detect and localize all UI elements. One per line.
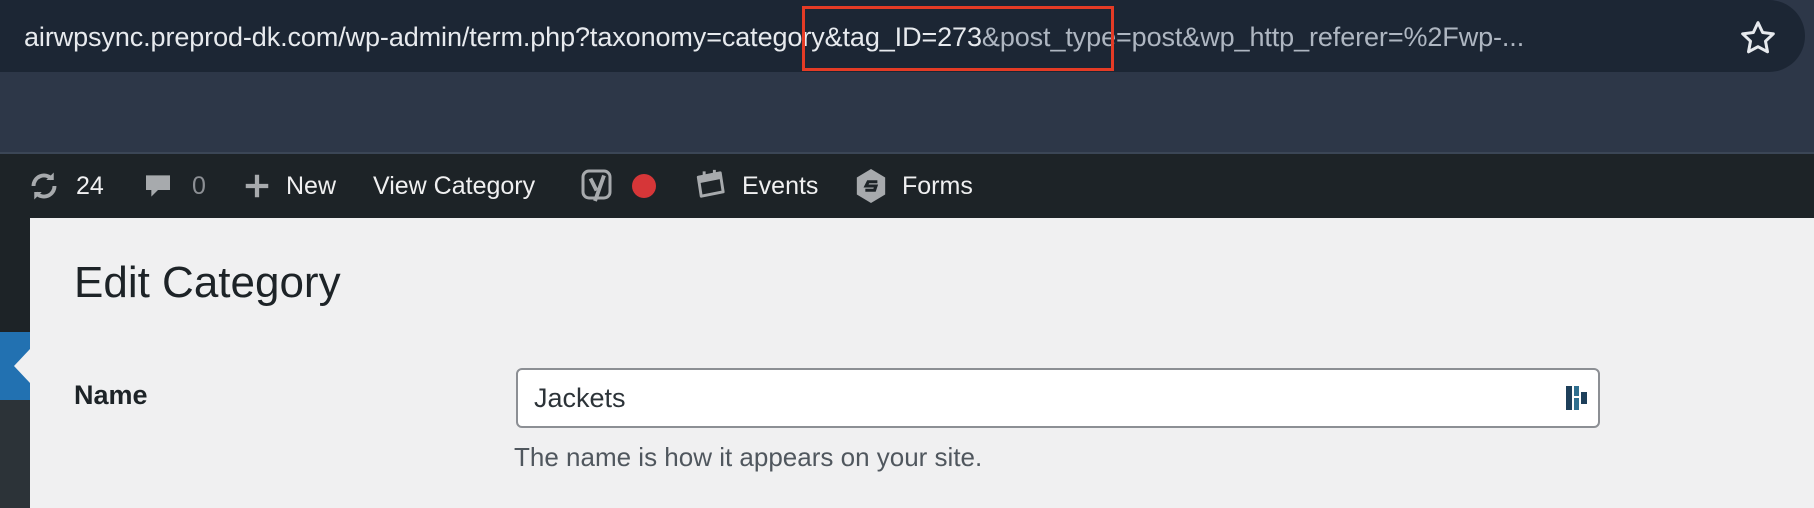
name-field-help: The name is how it appears on your site. [514, 442, 983, 472]
comments-count: 0 [192, 171, 206, 200]
bookmark-star-icon[interactable] [1738, 18, 1778, 58]
new-content-menu[interactable]: New [242, 154, 336, 218]
events-label: Events [742, 171, 819, 200]
yoast-icon [581, 169, 612, 202]
wp-admin-bar: 24 0 New View Category Events Forms [0, 154, 1814, 218]
events-icon [696, 169, 725, 198]
address-bar[interactable]: airwpsync.preprod-dk.com/wp-admin/term.p… [0, 0, 1805, 72]
yoast-seo-menu[interactable] [580, 154, 656, 218]
name-field-label: Name [74, 380, 148, 410]
main-content: Edit Category Name The name is how it ap… [30, 218, 1814, 508]
forms-label: Forms [902, 171, 973, 200]
plus-icon [245, 174, 269, 198]
comments-icon [146, 175, 170, 197]
url-highlight-box [802, 6, 1114, 71]
view-category-link[interactable]: View Category [373, 154, 535, 218]
events-menu[interactable]: Events [692, 154, 818, 218]
updates-menu[interactable]: 24 [26, 154, 104, 218]
view-category-label: View Category [373, 171, 536, 200]
new-label: New [286, 171, 337, 200]
sidebar-item[interactable] [0, 400, 30, 508]
url-prefix: airwpsync.preprod-dk.com/wp-admin/term.p… [24, 22, 722, 52]
forms-icon [856, 169, 886, 203]
updates-count: 24 [76, 171, 104, 200]
page-title: Edit Category [74, 258, 341, 307]
notification-dot [632, 174, 656, 198]
active-menu-arrow-icon [14, 349, 30, 383]
updates-icon [31, 172, 57, 200]
forms-menu[interactable]: Forms [854, 154, 973, 218]
password-manager-icon[interactable] [1566, 384, 1590, 412]
name-input[interactable] [516, 368, 1600, 428]
browser-toolbar: airwpsync.preprod-dk.com/wp-admin/term.p… [0, 0, 1814, 154]
comments-menu[interactable]: 0 [142, 154, 206, 218]
